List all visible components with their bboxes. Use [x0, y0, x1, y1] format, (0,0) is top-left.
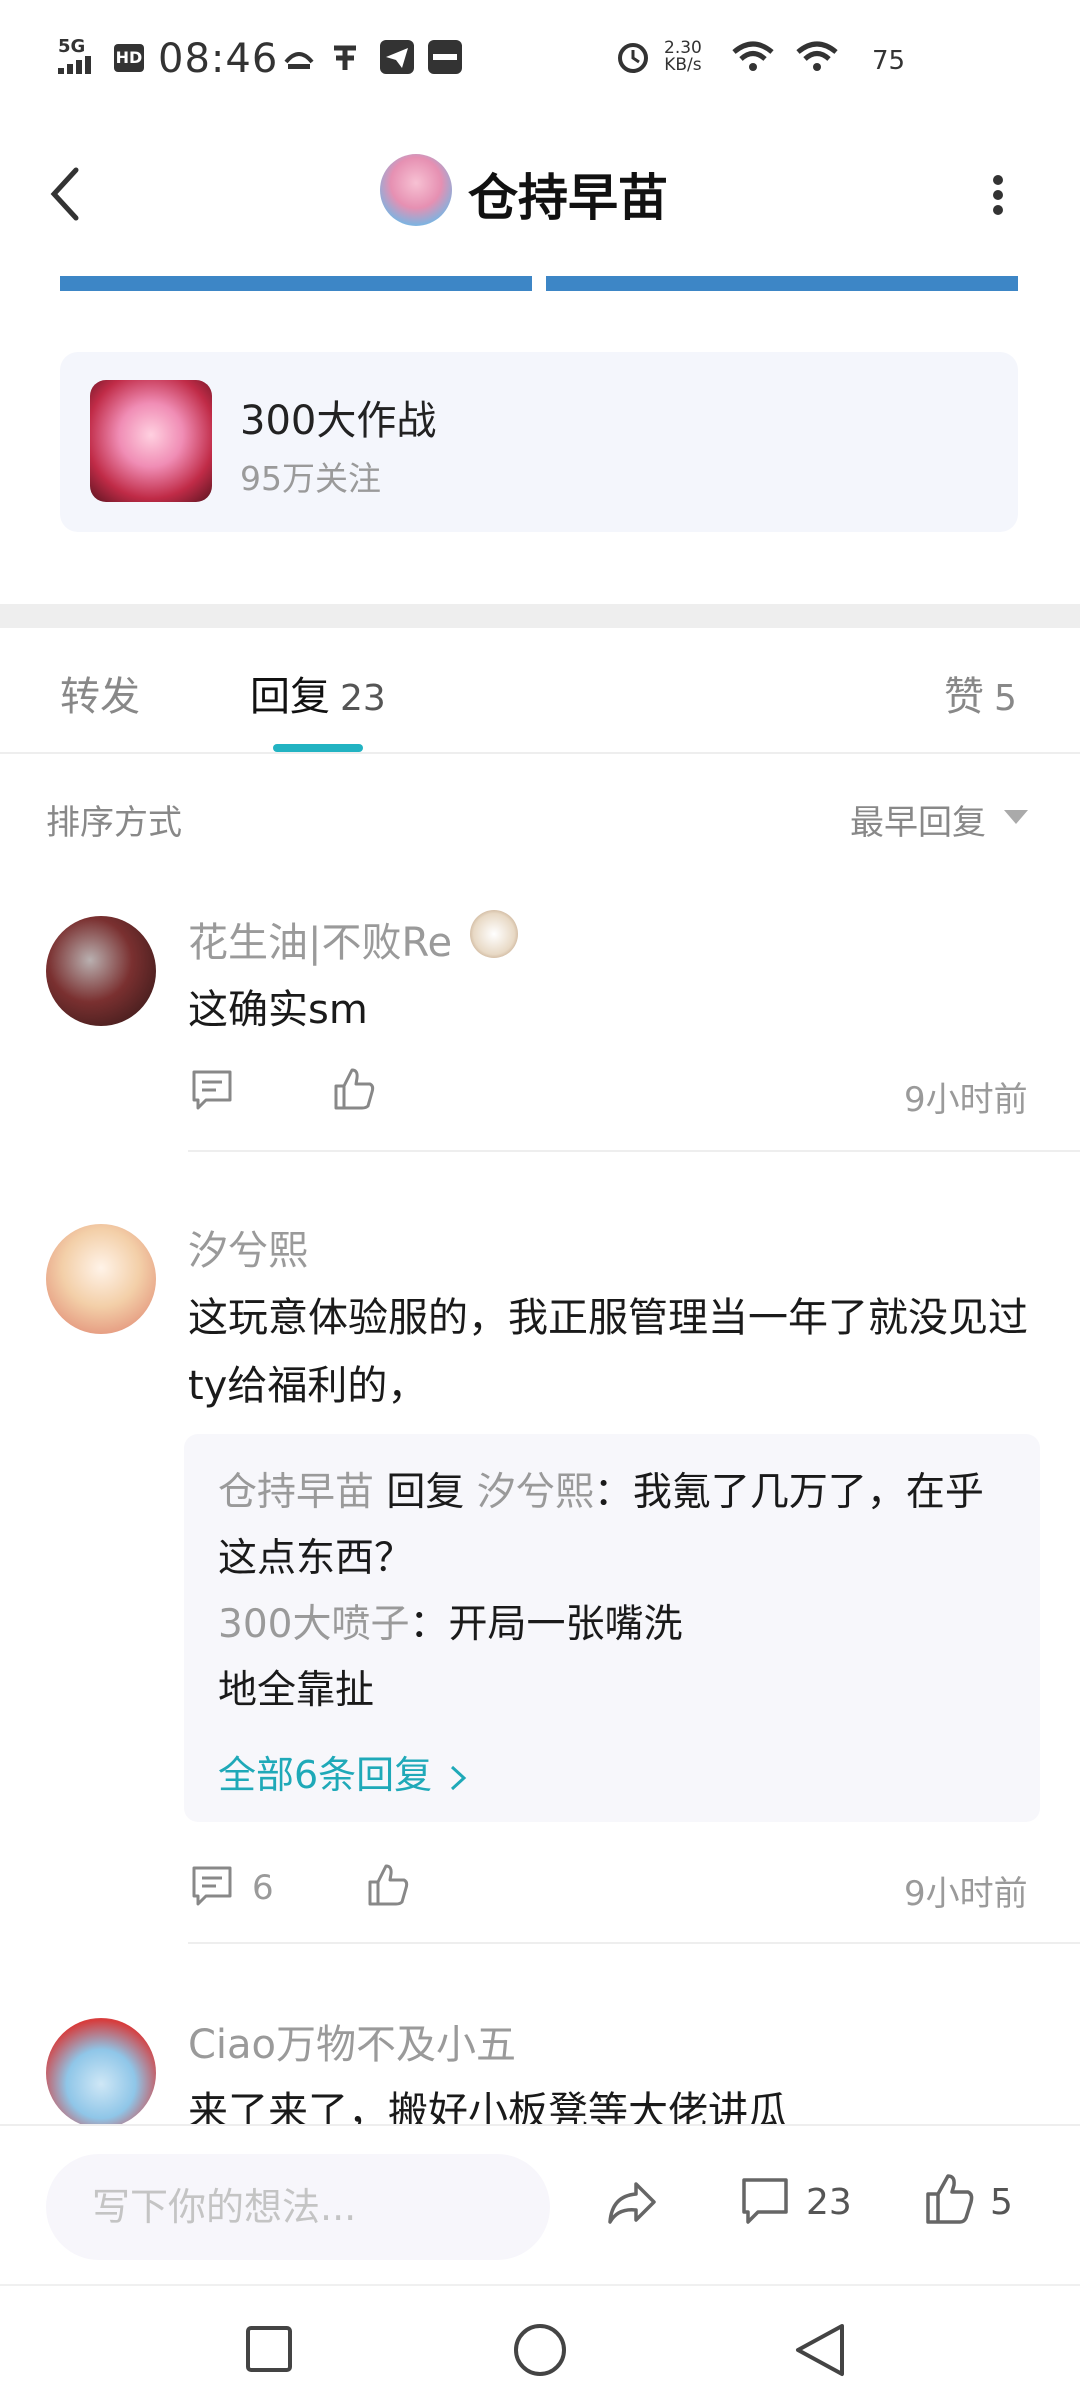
comment-text: 这玩意体验服的，我正服管理当一年了就没见过ty给福利的， — [188, 1295, 1028, 1409]
net-speed: 2.30 KB/s — [664, 40, 702, 74]
game-name: 300大作战 — [240, 398, 437, 444]
hd-badge: HD — [114, 44, 144, 72]
telecom-icon — [334, 45, 356, 70]
sort-label: 排序方式 — [46, 803, 182, 843]
home-icon[interactable] — [512, 2322, 568, 2378]
comment-avatar[interactable] — [46, 916, 156, 1026]
game-followers: 95万关注 — [240, 459, 381, 498]
comment-time: 9小时前 — [904, 1080, 1028, 1120]
user-avatar[interactable] — [380, 154, 452, 226]
network-type: 5G — [58, 36, 86, 57]
page-title: 仓持早苗 — [468, 169, 668, 227]
comment-text: 这确实sm — [188, 987, 368, 1033]
bottom-action-bar: 23 5 — [0, 2124, 1080, 2284]
user-badge-icon — [470, 910, 518, 958]
reply-line: 仓持早苗 回复 汐兮熙：我氪了几万了，在乎这点东西？ — [218, 1460, 1008, 1592]
clock: 08:46 — [158, 36, 279, 82]
post-image-2[interactable] — [546, 276, 1018, 291]
share-icon[interactable] — [604, 2178, 660, 2228]
comment-time: 9小时前 — [904, 1874, 1028, 1914]
reply-author[interactable]: 仓持早苗 — [218, 1470, 374, 1515]
comment-input-box[interactable] — [46, 2154, 550, 2260]
comment-text: 来了来了，搬好小板凳等大佬讲瓜 — [188, 2089, 788, 2124]
reply-verb: 回复 — [386, 1470, 465, 1515]
status-bar: 5G HD 08:46 2.30 KB/s 75 — [0, 0, 1080, 120]
more-options-icon[interactable] — [986, 170, 1010, 220]
comment-icon[interactable] — [190, 1068, 234, 1112]
comment-divider — [188, 1942, 1080, 1944]
tab-likes-label: 赞 — [944, 674, 984, 720]
post-image-1[interactable] — [60, 276, 532, 291]
chevron-down-icon[interactable] — [1004, 810, 1028, 824]
like-icon[interactable] — [366, 1862, 410, 1908]
comment-divider — [188, 1150, 1080, 1152]
comment-text-clip: 来了来了，搬好小板凳等大佬讲瓜 — [188, 2078, 1044, 2124]
all-replies-link[interactable]: 全部6条回复 — [218, 1744, 468, 1799]
alarm-icon — [618, 43, 648, 73]
comment-icon[interactable] — [190, 1864, 234, 1908]
comment-count: 23 — [806, 2182, 852, 2223]
signal-icon — [58, 56, 91, 74]
all-replies-label: 全部6条回复 — [218, 1753, 433, 1797]
comment-avatar[interactable] — [46, 2018, 156, 2128]
tab-likes[interactable]: 赞5 — [944, 664, 1017, 722]
comment-username[interactable]: Ciao万物不及小五 — [188, 2012, 516, 2070]
game-icon — [90, 380, 212, 502]
wifi-icon-2 — [796, 41, 838, 71]
game-card[interactable]: 300大作战 95万关注 — [60, 352, 1018, 532]
reply-author[interactable]: 300大喷子 — [218, 1602, 409, 1647]
comment-reply-count: 6 — [252, 1868, 274, 1908]
comment-avatar[interactable] — [46, 1224, 156, 1334]
tab-repost[interactable]: 转发 — [60, 664, 140, 722]
tab-likes-count: 5 — [994, 678, 1017, 719]
net-speed-unit: KB/s — [664, 55, 702, 75]
tab-replies[interactable]: 回复 23 — [250, 664, 386, 722]
battery-level: 75 — [872, 46, 906, 76]
tabs-divider — [0, 752, 1080, 754]
chevron-right-icon — [451, 1765, 467, 1790]
recent-apps-icon[interactable] — [244, 2324, 294, 2374]
telegram-icon — [380, 40, 414, 74]
section-separator — [0, 604, 1080, 628]
active-tab-indicator — [273, 744, 363, 752]
reply-target[interactable]: 汐兮熙 — [477, 1470, 594, 1515]
back-icon[interactable] — [792, 2322, 848, 2378]
like-count: 5 — [990, 2182, 1013, 2223]
like-icon[interactable] — [332, 1066, 376, 1112]
youku-icon — [428, 40, 462, 74]
back-arrow-icon[interactable] — [46, 164, 86, 224]
comment-username[interactable]: 花生油|不败Re — [188, 910, 452, 968]
reply-line: 300大喷子：开局一张嘴洗地全靠扯 — [218, 1592, 688, 1724]
tab-replies-count: 23 — [340, 678, 386, 719]
like-icon[interactable] — [924, 2172, 976, 2226]
reply-thread-box[interactable]: 仓持早苗 回复 汐兮熙：我氪了几万了，在乎这点东西？ 300大喷子：开局一张嘴洗… — [184, 1434, 1040, 1822]
weather-icon — [284, 52, 314, 69]
top-header: 仓持早苗 — [0, 120, 1080, 265]
comment-username[interactable]: 汐兮熙 — [188, 1218, 308, 1276]
comment-icon[interactable] — [740, 2176, 790, 2226]
sort-dropdown[interactable]: 最早回复 — [850, 795, 986, 844]
tab-repost-label: 转发 — [60, 674, 140, 720]
wifi-icon — [732, 41, 774, 71]
system-nav-bar — [0, 2284, 1080, 2408]
tab-replies-label: 回复 — [250, 674, 330, 720]
comment-input[interactable] — [46, 2154, 550, 2260]
